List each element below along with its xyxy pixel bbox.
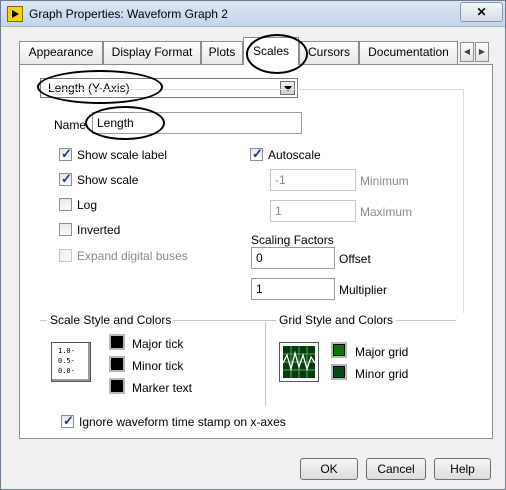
tab-scales[interactable]: Scales <box>243 37 299 65</box>
show-scale-label-checkbox[interactable] <box>59 146 72 162</box>
window-title: Graph Properties: Waveform Graph 2 <box>29 7 228 21</box>
minimum-input[interactable]: -1 <box>270 169 356 191</box>
name-input[interactable]: Length <box>92 112 302 134</box>
grid-style-title: Grid Style and Colors <box>276 313 397 327</box>
axis-select-value: Length (Y-Axis) <box>48 81 130 95</box>
scale-icon-label-1: 1.0- <box>58 347 75 355</box>
minor-tick-color-swatch[interactable] <box>109 356 125 372</box>
tab-scroll-left-icon[interactable]: ◀ <box>460 42 474 62</box>
log-checkbox[interactable] <box>59 198 72 211</box>
marker-text-label: Marker text <box>132 381 193 395</box>
ignore-timestamp-checkbox[interactable] <box>61 413 74 429</box>
scaling-factors-title: Scaling Factors <box>251 233 334 247</box>
scale-icon-label-2: 0.5- <box>58 357 75 365</box>
ok-button[interactable]: OK <box>300 458 358 480</box>
log-label: Log <box>77 198 98 212</box>
scale-icon-label-3: 0.0- <box>58 367 75 375</box>
offset-label: Offset <box>339 252 371 266</box>
multiplier-label: Multiplier <box>339 283 388 297</box>
inverted-checkbox[interactable] <box>59 223 72 236</box>
tab-appearance[interactable]: Appearance <box>19 41 103 64</box>
tab-documentation[interactable]: Documentation <box>359 41 458 64</box>
major-grid-color-fill <box>334 345 344 355</box>
help-button[interactable]: Help <box>434 458 491 480</box>
grid-graph-icon <box>282 346 316 378</box>
maximum-input[interactable]: 1 <box>270 200 356 222</box>
marker-text-color-swatch[interactable] <box>109 378 125 394</box>
autoscale-checkbox[interactable] <box>250 146 263 162</box>
labview-app-icon <box>7 6 23 22</box>
show-scale-label: Show scale <box>77 173 139 187</box>
minor-tick-label: Minor tick <box>132 359 184 373</box>
group-border-top <box>44 89 464 90</box>
tab-scroll-right-icon[interactable]: ▶ <box>475 42 489 62</box>
title-bar: Graph Properties: Waveform Graph 2 ✕ <box>1 1 505 27</box>
name-label: Name <box>54 118 87 132</box>
minor-grid-label: Minor grid <box>355 367 409 381</box>
major-tick-color-swatch[interactable] <box>109 334 125 350</box>
multiplier-input[interactable]: 1 <box>251 278 335 300</box>
tab-plots[interactable]: Plots <box>201 41 243 64</box>
minor-grid-color-fill <box>334 367 344 377</box>
tab-display-format[interactable]: Display Format <box>103 41 201 64</box>
minor-grid-color-swatch[interactable] <box>331 364 347 380</box>
scale-style-icon[interactable]: 1.0- 0.5- 0.0- <box>51 342 91 382</box>
tab-cursors[interactable]: Cursors <box>299 41 359 64</box>
show-scale-label-label: Show scale label <box>77 148 168 162</box>
close-button[interactable]: ✕ <box>460 2 503 22</box>
offset-input[interactable]: 0 <box>251 247 335 269</box>
cancel-button[interactable]: Cancel <box>366 458 426 480</box>
ignore-timestamp-label: Ignore waveform time stamp on x-axes <box>79 415 286 429</box>
group-divider <box>265 322 266 406</box>
expand-digital-buses-label: Expand digital buses <box>77 249 188 263</box>
autoscale-label: Autoscale <box>268 148 321 162</box>
major-tick-label: Major tick <box>132 337 184 351</box>
group-border-right <box>463 89 464 313</box>
show-scale-checkbox[interactable] <box>59 171 72 187</box>
maximum-label: Maximum <box>360 205 413 219</box>
expand-digital-buses-checkbox[interactable] <box>59 249 72 262</box>
minimum-label: Minimum <box>360 174 409 188</box>
major-grid-color-swatch[interactable] <box>331 342 347 358</box>
axis-select[interactable]: Length (Y-Axis) <box>40 78 298 98</box>
major-grid-label: Major grid <box>355 345 409 359</box>
grid-style-icon[interactable] <box>279 342 319 382</box>
chevron-down-icon[interactable] <box>280 81 295 95</box>
inverted-label: Inverted <box>77 223 121 237</box>
scale-style-title: Scale Style and Colors <box>47 313 175 327</box>
